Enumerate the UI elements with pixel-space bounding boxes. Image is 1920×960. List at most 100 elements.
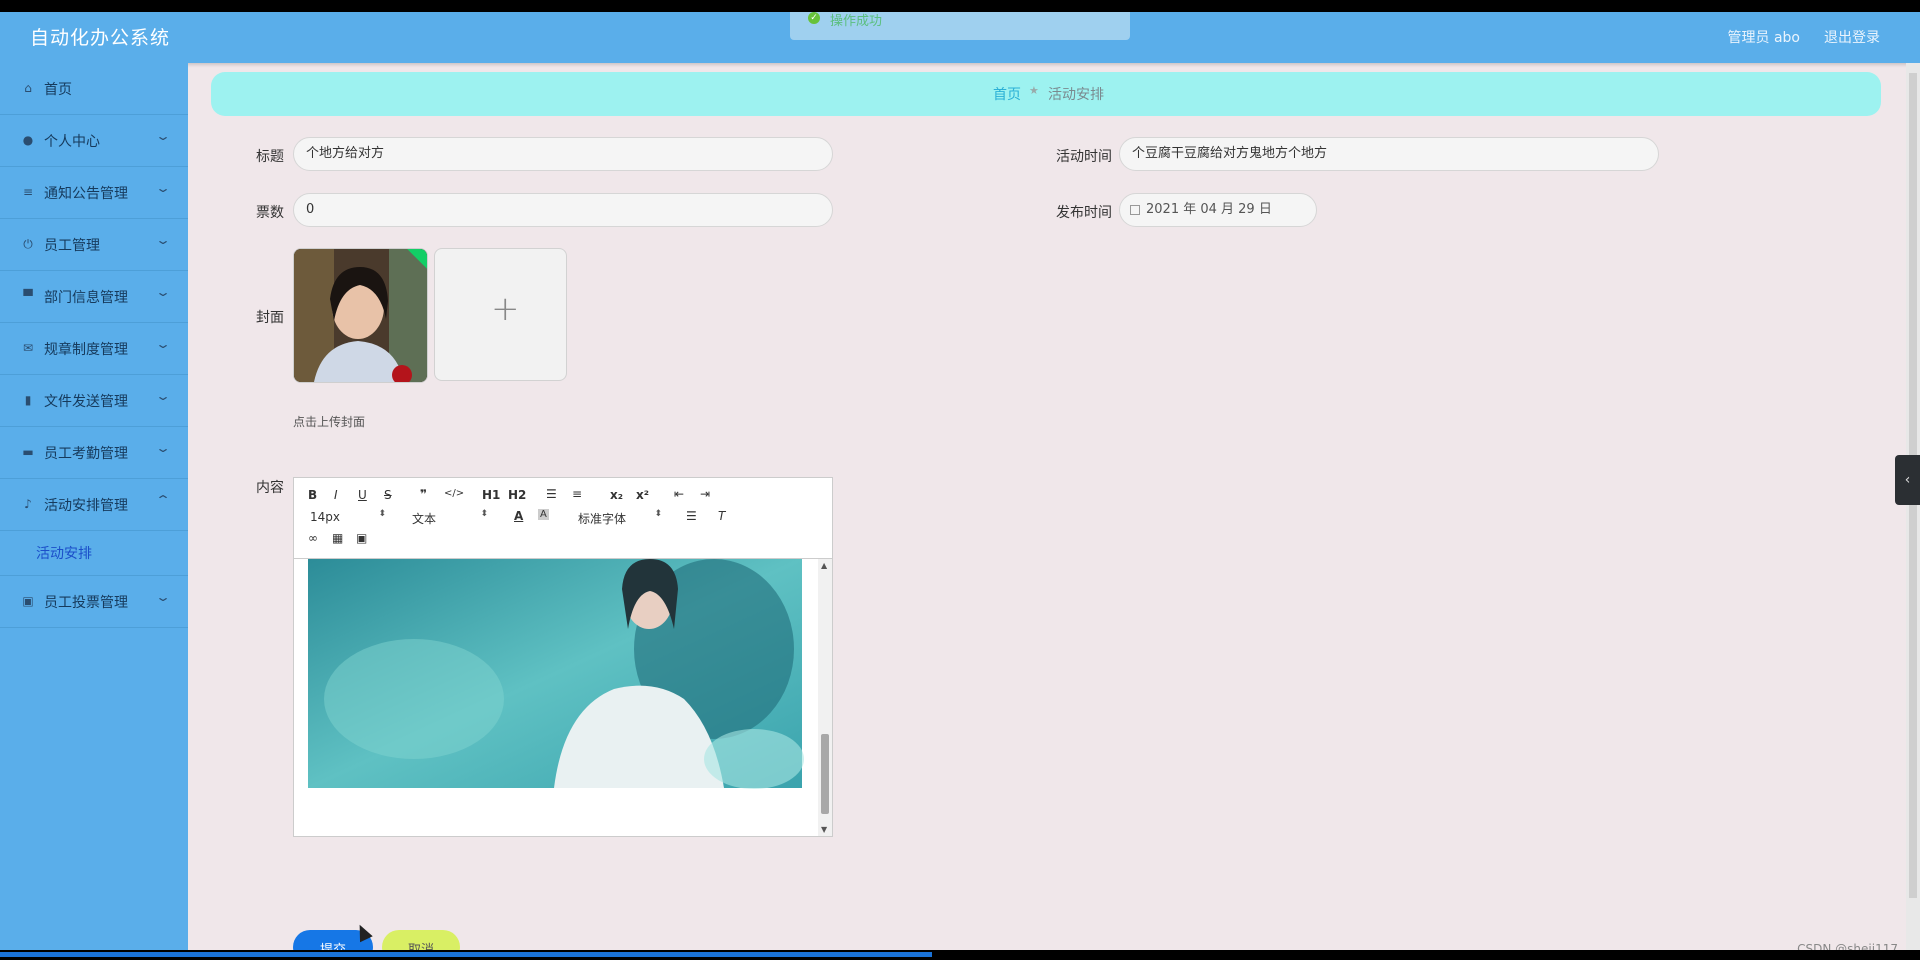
mic-icon: ♪: [24, 497, 32, 511]
font-family-value: 标准字体: [578, 512, 627, 526]
chevron-left-icon: ‹: [1904, 472, 1911, 488]
logout-button[interactable]: 退出登录: [1824, 27, 1880, 47]
sidebar-item-home[interactable]: ⌂ 首页: [0, 63, 188, 115]
sidebar-item-label: 员工投票管理: [44, 595, 128, 611]
editor-scroll-thumb[interactable]: [821, 734, 829, 814]
sidebar-subitem-activity-schedule[interactable]: 活动安排: [0, 531, 188, 576]
sidebar-item-label: 文件发送管理: [44, 394, 128, 410]
video-progress-bar[interactable]: [0, 950, 1920, 960]
ordered-list-icon[interactable]: ☰: [546, 487, 557, 501]
collapse-panel-button[interactable]: ‹: [1895, 455, 1920, 505]
sidebar-item-label: 员工管理: [44, 238, 100, 254]
sidebar: ⌂ 首页 ● 个人中心 ⌄ ≡ 通知公告管理 ⌄ ⏻ 员工管理 ⌄ ▀ 部门信息…: [0, 63, 188, 950]
breadcrumb-current: 活动安排: [1048, 87, 1104, 103]
activity-time-input[interactable]: 个豆腐干豆腐给对方鬼地方个地方: [1119, 137, 1659, 171]
sidebar-item-files[interactable]: ▮ 文件发送管理 ⌄: [0, 375, 188, 427]
outdent-icon[interactable]: ⇤: [674, 487, 684, 501]
select-arrows-icon: ⬍: [480, 509, 488, 519]
sidebar-item-label: 部门信息管理: [44, 290, 128, 306]
sidebar-item-label: 首页: [44, 82, 72, 98]
code-block-button[interactable]: </>: [444, 488, 464, 499]
subscript-button[interactable]: x₂: [610, 488, 623, 502]
calendar-icon: [1130, 205, 1140, 215]
indent-icon[interactable]: ⇥: [700, 487, 710, 501]
editor-content[interactable]: [294, 559, 816, 836]
check-circle-icon: ✓: [808, 12, 820, 24]
breadcrumb-separator-icon: ★: [1029, 84, 1039, 97]
scroll-up-icon[interactable]: ▲: [821, 561, 827, 570]
sidebar-item-label: 活动安排管理: [44, 498, 128, 514]
strike-button[interactable]: S: [384, 488, 392, 502]
ticket-icon: ▬: [22, 445, 34, 459]
plus-icon: +: [491, 289, 520, 329]
page-scrollbar[interactable]: [1906, 63, 1920, 950]
image-icon[interactable]: ▦: [332, 531, 343, 545]
sidebar-item-vote[interactable]: ▣ 员工投票管理 ⌄: [0, 576, 188, 628]
clear-format-icon[interactable]: T: [718, 509, 725, 523]
link-icon[interactable]: ∞: [308, 531, 318, 545]
font-size-value: 14px: [310, 510, 340, 524]
admin-user: 管理员 abo: [1727, 30, 1800, 46]
clipboard-icon: ▣: [22, 594, 34, 608]
italic-button[interactable]: I: [334, 488, 338, 502]
cover-thumbnail[interactable]: [293, 248, 428, 383]
h1-button[interactable]: H1: [482, 488, 500, 502]
superscript-button[interactable]: x²: [636, 488, 649, 502]
scroll-down-icon[interactable]: ▼: [821, 825, 827, 834]
sidebar-item-label: 个人中心: [44, 134, 100, 150]
video-progress-fill: [0, 952, 932, 957]
h2-button[interactable]: H2: [508, 488, 526, 502]
watermark: CSDN @sheji117: [1797, 942, 1898, 950]
sidebar-item-notice[interactable]: ≡ 通知公告管理 ⌄: [0, 167, 188, 219]
cover-upload-button[interactable]: +: [434, 248, 567, 381]
font-family-select[interactable]: 标准字体 ⬍: [578, 509, 662, 527]
sidebar-item-activity[interactable]: ♪ 活动安排管理 ⌃: [0, 479, 188, 531]
success-toast: ✓ 操作成功: [790, 12, 1130, 40]
sidebar-item-staff[interactable]: ⏻ 员工管理 ⌄: [0, 219, 188, 271]
rich-text-editor: B I U S ❞ </> H1 H2 ☰ ≡ x₂ x² ⇤ ⇥ 14px ⬍…: [293, 477, 833, 837]
app-brand: 自动化办公系统: [30, 27, 171, 49]
sidebar-item-personal[interactable]: ● 个人中心 ⌄: [0, 115, 188, 167]
breadcrumb-home-link[interactable]: 首页: [993, 84, 1021, 104]
title-label: 标题: [256, 149, 284, 165]
bold-button[interactable]: B: [308, 488, 317, 502]
sidebar-item-rules[interactable]: ✉ 规章制度管理 ⌄: [0, 323, 188, 375]
stamp-icon: ▀: [23, 289, 33, 303]
header-select[interactable]: 文本 ⬍: [412, 509, 488, 527]
chevron-up-icon: ⌃: [154, 493, 172, 507]
cancel-button[interactable]: 取消: [382, 930, 460, 950]
publish-date-picker[interactable]: 2021 年 04 月 29 日: [1119, 193, 1317, 227]
chevron-down-icon: ⌄: [154, 129, 172, 143]
sidebar-item-label: 规章制度管理: [44, 342, 128, 358]
publish-date-value: 2021 年 04 月 29 日: [1146, 202, 1272, 217]
bar-chart-icon: ▮: [24, 393, 32, 407]
sidebar-item-department[interactable]: ▀ 部门信息管理 ⌄: [0, 271, 188, 323]
sidebar-subitem-label: 活动安排: [36, 546, 92, 562]
chevron-down-icon: ⌄: [154, 389, 172, 403]
chevron-down-icon: ⌄: [154, 285, 172, 299]
chevron-down-icon: ⌄: [154, 233, 172, 247]
underline-button[interactable]: U: [358, 488, 367, 502]
title-input[interactable]: 个地方给对方: [293, 137, 833, 171]
breadcrumb: 首页 ★ 活动安排: [211, 72, 1881, 116]
mail-icon: ✉: [22, 341, 34, 355]
text-color-icon[interactable]: A: [514, 509, 523, 523]
sidebar-item-attendance[interactable]: ▬ 员工考勤管理 ⌄: [0, 427, 188, 479]
font-size-select[interactable]: 14px ⬍: [310, 509, 386, 524]
header-select-value: 文本: [412, 512, 437, 526]
editor-toolbar: B I U S ❞ </> H1 H2 ☰ ≡ x₂ x² ⇤ ⇥ 14px ⬍…: [294, 478, 832, 559]
content-image: [308, 559, 804, 789]
votes-label: 票数: [256, 205, 284, 221]
blockquote-button[interactable]: ❞: [420, 487, 427, 501]
content-label: 内容: [256, 480, 284, 496]
sidebar-item-label: 员工考勤管理: [44, 446, 128, 462]
activity-time-label: 活动时间: [1056, 149, 1112, 165]
votes-input[interactable]: 0: [293, 193, 833, 227]
video-icon[interactable]: ▣: [356, 531, 367, 545]
background-color-icon[interactable]: A: [538, 509, 549, 520]
bullet-list-icon[interactable]: ≡: [572, 487, 582, 501]
sliders-icon: ≡: [22, 185, 34, 199]
editor-scrollbar[interactable]: ▲ ▼: [818, 559, 832, 836]
align-icon[interactable]: ☰: [686, 509, 697, 523]
home-icon: ⌂: [24, 81, 32, 95]
